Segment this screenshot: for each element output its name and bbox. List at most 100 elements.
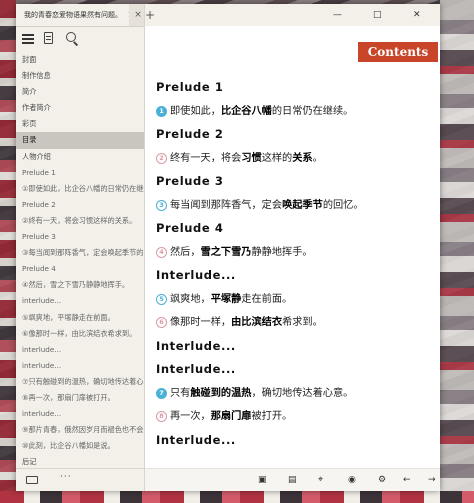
chapter-title-text: 被打开。	[251, 411, 293, 422]
background-photo-right	[440, 0, 474, 503]
chapter-title-link[interactable]: 5 飒爽地，平塚静走在前面。	[156, 288, 436, 312]
chapter-title-link[interactable]: 6 像那时一样，由比滨结衣希求到。	[156, 311, 436, 335]
toc-item[interactable]: interlude...	[16, 358, 144, 374]
chapter-title-link[interactable]: 4 然后，雪之下雪乃静静地挥手。	[156, 241, 436, 265]
background-photo-bottom	[0, 491, 474, 503]
contents-block: Interlude...	[156, 429, 436, 453]
toc-item[interactable]: 封面	[16, 52, 144, 68]
chapter-title-link[interactable]: 7 只有触碰到的温热，确切地传达着心意。	[156, 382, 436, 406]
chapter-heading[interactable]: Interlude...	[156, 429, 436, 453]
toc-item[interactable]: ⑤飒爽地，平塚静走在前面。	[16, 310, 144, 326]
search-icon[interactable]	[66, 32, 80, 46]
toc-item[interactable]: 作者简介	[16, 100, 144, 116]
chapter-heading[interactable]: Prelude 1	[156, 76, 436, 100]
reader-toolbar: ▣ ▤ ⌖ ◉ ⚙ ← →	[145, 468, 440, 491]
save-icon[interactable]: ▣	[258, 474, 267, 486]
notes-icon[interactable]	[44, 32, 53, 44]
sidebar: 我的青春恋爱物语果然有问题。14 × 封面制作信息简介作者简介彩页目录人物介绍P…	[16, 4, 145, 491]
bookmark-icon[interactable]: ⌖	[318, 474, 323, 486]
close-window-button[interactable]: ✕	[413, 4, 421, 26]
tab-close-button[interactable]: ×	[132, 4, 144, 26]
contents-block: Interlude... 7 只有触碰到的温热，确切地传达着心意。	[156, 358, 436, 405]
contents-block: Interlude... 5 飒爽地，平塚静走在前面。	[156, 264, 436, 311]
tab-count: 14	[128, 11, 129, 19]
toc-item[interactable]: ①即使如此，比企谷八幡的日常仍在继续。	[16, 181, 144, 197]
chapter-title-emphasis: 触碰到的温热	[190, 387, 252, 399]
chapter-number-badge: 7	[156, 387, 167, 399]
chapter-title-link[interactable]: 3 每当闻到那阵香气，定会唤起季节的回忆。	[156, 194, 436, 218]
toc-item[interactable]: ⑨那片青春，俄然因岁月而褪色也不会消失。	[16, 422, 144, 438]
chapter-title-emphasis: 那扇门扉	[210, 411, 252, 422]
chapter-heading[interactable]: Interlude...	[156, 358, 436, 382]
contents-banner: Contents	[358, 42, 438, 62]
maximize-button[interactable]: □	[373, 4, 382, 26]
toc-item[interactable]: Prelude 1	[16, 165, 144, 181]
chapter-number-badge: 3	[156, 199, 167, 211]
toc-item[interactable]: ④然后，雪之下雪乃静静地挥手。	[16, 277, 144, 293]
toc-item[interactable]: ⑦只有触碰到的温热，确切地传达着心意。	[16, 374, 144, 390]
toc-item[interactable]: 目录	[16, 132, 144, 149]
contents-block: 6 像那时一样，由比滨结衣希求到。	[156, 311, 436, 335]
chapter-number-badge: 6	[156, 317, 167, 328]
toc-item[interactable]: 彩页	[16, 116, 144, 132]
chapter-title-text: 每当闻到那阵香气，定会	[170, 199, 283, 211]
chapter-title-text: 像那时一样，	[170, 317, 232, 328]
sidebar-toolbar	[16, 28, 144, 50]
back-arrow-icon[interactable]: ←	[403, 474, 411, 486]
toc-item[interactable]: ③每当闻到那阵香气，定会唤起季节的回忆。	[16, 245, 144, 261]
toc-item[interactable]: ②终有一天，将会习惯这样的关系。	[16, 213, 144, 229]
contents-block: Prelude 1 1 即使如此，比企谷八幡的日常仍在继续。	[156, 76, 436, 123]
chapter-title-text: 走在前面。	[241, 293, 293, 305]
toc-item[interactable]: ⑩此刻，比企谷八幡如是说。	[16, 438, 144, 454]
book-icon[interactable]: ▤	[288, 474, 297, 486]
chapter-number-badge: 5	[156, 293, 167, 305]
toc-item[interactable]: 简介	[16, 84, 144, 100]
chapter-heading[interactable]: Prelude 2	[156, 123, 436, 147]
chapter-title-text: 这样的	[261, 152, 293, 164]
toc-item[interactable]: Prelude 2	[16, 197, 144, 213]
reading-pane: + — □ ✕ Contents Prelude 1 1 即使如此，比企谷八幡的日常…	[145, 4, 440, 491]
contents-block: Prelude 4 4 然后，雪之下雪乃静静地挥手。	[156, 217, 436, 264]
chapter-heading[interactable]: Prelude 4	[156, 217, 436, 241]
chapter-title-emphasis: 雪之下雪乃	[200, 246, 252, 258]
forward-arrow-icon[interactable]: →	[428, 474, 436, 486]
chapter-title-text: 只有	[170, 387, 191, 399]
chapter-title-link[interactable]: 8 再一次，那扇门扉被打开。	[156, 405, 436, 429]
chapter-title-emphasis: 比企谷八幡	[220, 105, 272, 117]
new-tab-button[interactable]: +	[145, 4, 155, 26]
toc-item[interactable]: Prelude 4	[16, 261, 144, 277]
contents-block: Prelude 2 2 终有一天，将会习惯这样的关系。	[156, 123, 436, 170]
toc-item[interactable]: interlude...	[16, 342, 144, 358]
settings-icon[interactable]: ⚙	[378, 474, 386, 486]
chapter-number-badge: 8	[156, 411, 167, 422]
chapter-title-text: 希求到。	[282, 317, 323, 328]
chapter-title-text: 再一次，	[170, 411, 211, 422]
toc-item[interactable]: Prelude 3	[16, 229, 144, 245]
toc-item[interactable]: ⑥像那时一样，由比滨结衣希求到。	[16, 326, 144, 342]
toc-item[interactable]: 制作信息	[16, 68, 144, 84]
chapter-title-text: 即使如此，	[170, 105, 221, 117]
toc-list-icon[interactable]	[22, 32, 36, 46]
background-photo-left	[0, 0, 16, 503]
toc-item[interactable]: interlude...	[16, 406, 144, 422]
chapter-title-link[interactable]: 1 即使如此，比企谷八幡的日常仍在继续。	[156, 100, 436, 124]
more-icon[interactable]: ···	[60, 472, 72, 482]
toc-item[interactable]: ⑧再一次，那扇门扉被打开。	[16, 390, 144, 406]
minimize-button[interactable]: —	[333, 4, 342, 26]
toc-item[interactable]: 人物介绍	[16, 149, 144, 165]
chapter-title-text: 。	[312, 152, 323, 164]
chapter-heading[interactable]: Interlude...	[156, 335, 436, 359]
contents-page: Prelude 1 1 即使如此，比企谷八幡的日常仍在继续。 Prelude 2 2 终有…	[156, 76, 436, 452]
chapter-heading[interactable]: Prelude 3	[156, 170, 436, 194]
contents-block: Interlude...	[156, 335, 436, 359]
toc-item[interactable]: interlude...	[16, 293, 144, 309]
tab-book[interactable]: 我的青春恋爱物语果然有问题。 14	[16, 4, 129, 26]
keyboard-icon[interactable]	[26, 476, 38, 484]
chapter-heading[interactable]: Interlude...	[156, 264, 436, 288]
chapter-title-link[interactable]: 2 终有一天，将会习惯这样的关系。	[156, 147, 436, 171]
read-aloud-icon[interactable]: ◉	[348, 474, 356, 486]
sidebar-footer: ···	[16, 468, 144, 491]
chapter-number-badge: 4	[156, 246, 167, 258]
tab-title: 我的青春恋爱物语果然有问题。	[24, 11, 122, 19]
chapter-title-text: 静静地挥手。	[251, 246, 313, 258]
